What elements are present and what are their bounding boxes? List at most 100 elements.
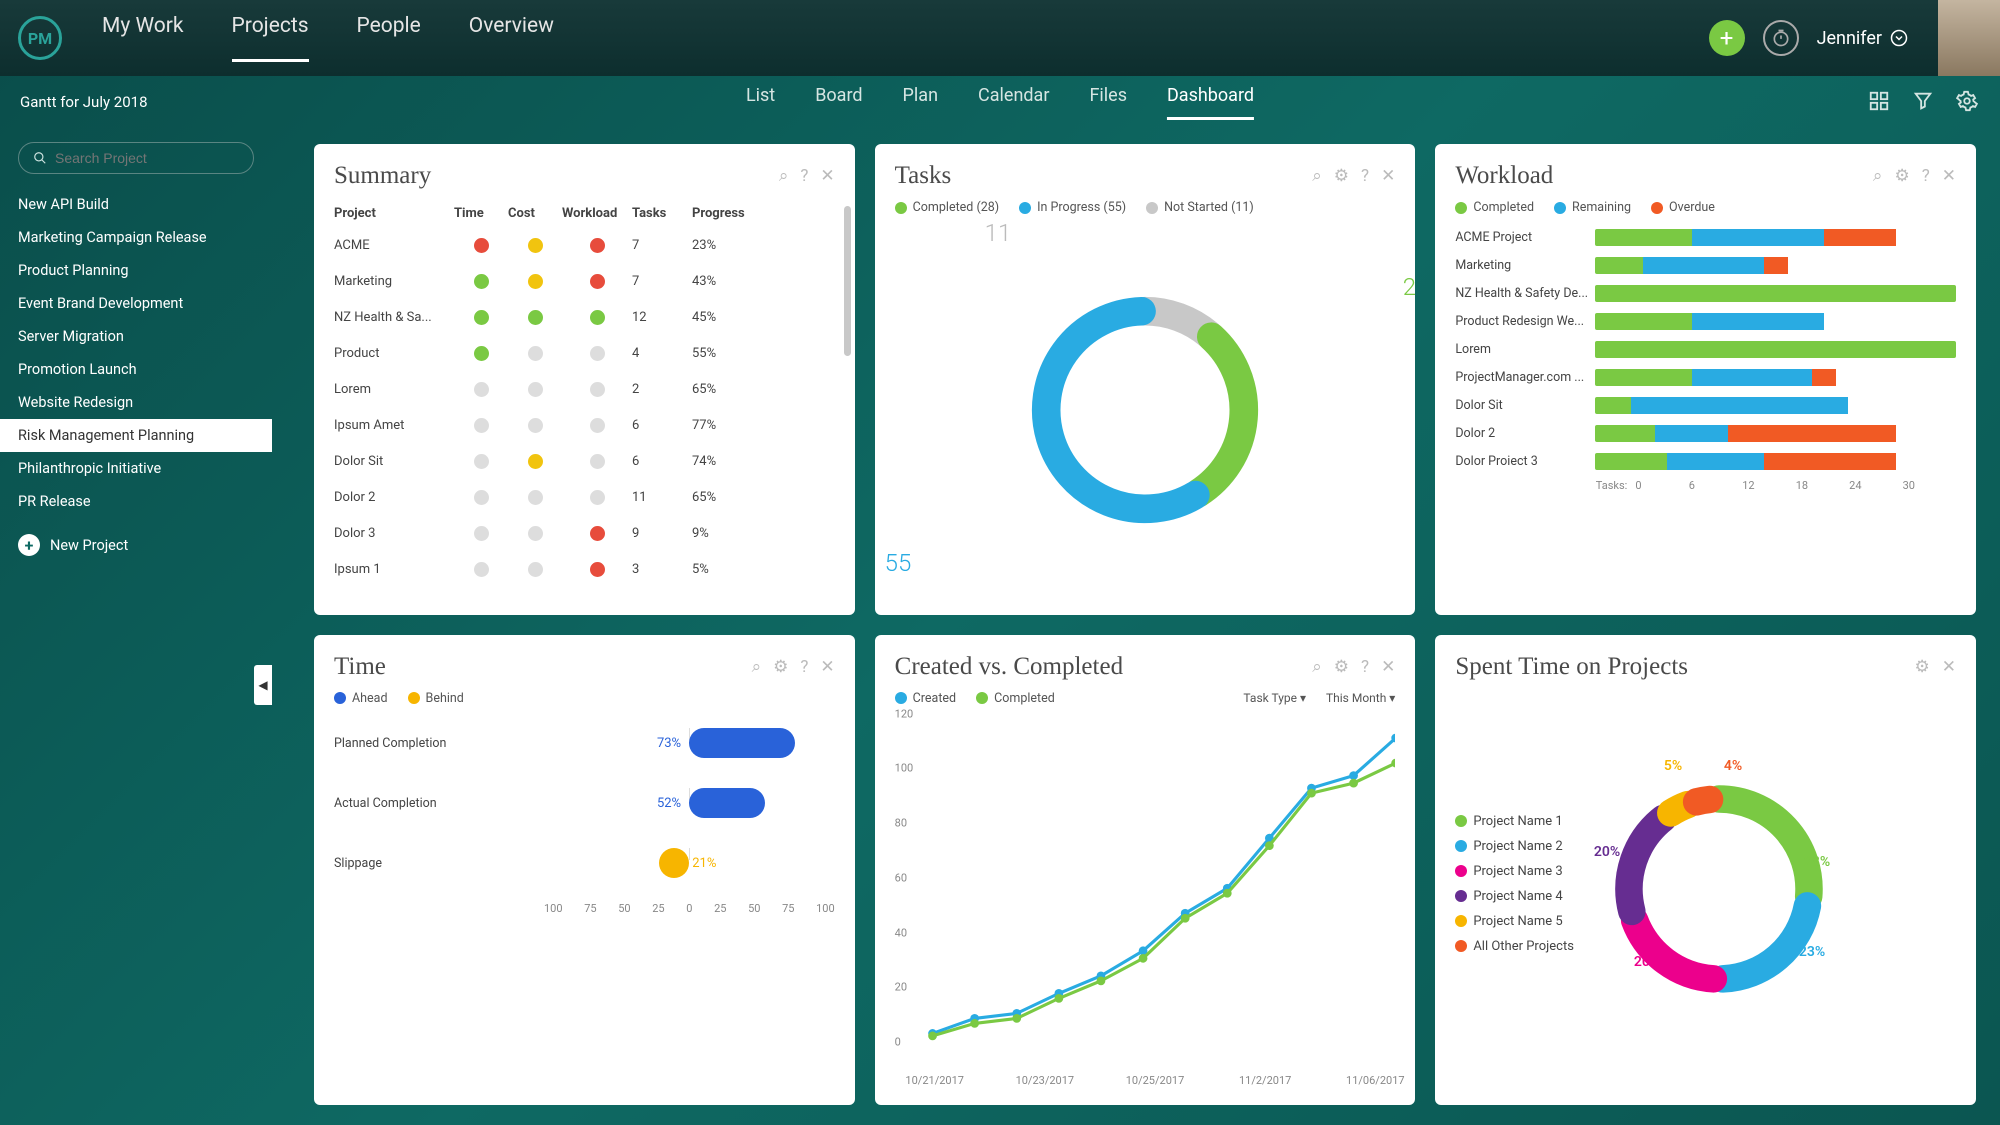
subnav-plan[interactable]: Plan <box>903 85 938 120</box>
gear-icon[interactable]: ⚙ <box>1894 166 1909 186</box>
table-row[interactable]: Lorem265% <box>334 371 835 407</box>
table-row[interactable]: Dolor Sit674% <box>334 443 835 479</box>
subnav-calendar[interactable]: Calendar <box>978 85 1049 120</box>
close-icon[interactable]: ✕ <box>1942 166 1956 186</box>
card-title: Workload <box>1455 162 1553 190</box>
sidebar-item[interactable]: Philanthropic Initiative <box>0 452 272 485</box>
workload-row: ProjectManager.com ... <box>1455 363 1956 391</box>
search-icon <box>33 151 47 165</box>
help-icon[interactable]: ? <box>1361 166 1369 186</box>
search-input[interactable] <box>18 142 254 174</box>
task-type-dropdown[interactable]: Task Type ▾ <box>1243 691 1306 706</box>
help-icon[interactable]: ? <box>1361 657 1369 677</box>
sidebar-item[interactable]: Marketing Campaign Release <box>0 221 272 254</box>
breadcrumb: Gantt for July 2018 <box>20 93 148 111</box>
filter-icon[interactable] <box>1912 90 1936 114</box>
table-row[interactable]: ACME723% <box>334 227 835 263</box>
close-icon[interactable]: ✕ <box>820 166 834 186</box>
workload-row: Lorem <box>1455 335 1956 363</box>
card-time: Time ⌕ ⚙ ? ✕ AheadBehind Planned Complet… <box>314 635 855 1106</box>
timer-button[interactable] <box>1763 20 1799 56</box>
legend-item: Not Started (11) <box>1146 200 1254 215</box>
nav-projects[interactable]: Projects <box>232 14 309 62</box>
sidebar-item[interactable]: Risk Management Planning <box>0 419 272 452</box>
nav-my-work[interactable]: My Work <box>102 14 184 62</box>
table-row[interactable]: Dolor 21165% <box>334 479 835 515</box>
subnav-files[interactable]: Files <box>1089 85 1127 120</box>
workload-row: Dolor Sit <box>1455 391 1956 419</box>
nav-overview[interactable]: Overview <box>469 14 554 62</box>
card-summary: Summary ⌕ ? ✕ ProjectTimeCostWorkloadTas… <box>314 144 855 615</box>
app-logo[interactable]: PM <box>18 16 62 60</box>
avatar[interactable] <box>1938 0 2000 76</box>
workload-row: Dolor 2 <box>1455 419 1956 447</box>
table-row[interactable]: Ipsum 135% <box>334 551 835 587</box>
close-icon[interactable]: ✕ <box>1381 166 1395 186</box>
user-name: Jennifer <box>1817 28 1882 49</box>
subnav-dashboard[interactable]: Dashboard <box>1167 85 1254 120</box>
sidebar: New API BuildMarketing Campaign ReleaseP… <box>0 128 272 1125</box>
close-icon[interactable]: ✕ <box>1381 657 1395 677</box>
user-menu[interactable]: Jennifer <box>1817 28 1908 49</box>
donut-label-notstarted: 11 <box>985 219 1012 247</box>
nav-people[interactable]: People <box>357 14 421 62</box>
subnav-list[interactable]: List <box>746 85 775 120</box>
new-project-button[interactable]: + New Project <box>0 526 272 564</box>
help-icon[interactable]: ? <box>800 166 808 186</box>
chevron-down-icon <box>1890 29 1908 47</box>
workload-row: Product Redesign We... <box>1455 307 1956 335</box>
card-title: Summary <box>334 162 431 190</box>
period-dropdown[interactable]: This Month ▾ <box>1326 691 1395 706</box>
search-icon[interactable]: ⌕ <box>1873 166 1883 186</box>
search-icon[interactable]: ⌕ <box>752 657 762 677</box>
card-cvc: Created vs. Completed ⌕ ⚙ ? ✕ CreatedCom… <box>875 635 1416 1106</box>
time-row: Planned Completion73% <box>334 714 835 774</box>
search-icon[interactable]: ⌕ <box>1312 657 1322 677</box>
close-icon[interactable]: ✕ <box>820 657 834 677</box>
grid-view-icon[interactable] <box>1868 90 1892 114</box>
table-row[interactable]: Dolor 399% <box>334 515 835 551</box>
help-icon[interactable]: ? <box>800 657 808 677</box>
sidebar-item[interactable]: PR Release <box>0 485 272 518</box>
gear-icon[interactable]: ⚙ <box>1334 657 1349 677</box>
sidebar-item[interactable]: New API Build <box>0 188 272 221</box>
donut-label-inprogress: 55 <box>885 549 912 577</box>
scrollbar[interactable] <box>844 206 851 356</box>
workload-row: ACME Project <box>1455 223 1956 251</box>
close-icon[interactable]: ✕ <box>1942 657 1956 677</box>
time-row: Slippage21% <box>334 834 835 894</box>
legend-item: In Progress (55) <box>1019 200 1126 215</box>
workload-row: NZ Health & Safety De... <box>1455 279 1956 307</box>
search-icon[interactable]: ⌕ <box>779 166 789 186</box>
time-row: Actual Completion52% <box>334 774 835 834</box>
table-row[interactable]: Product455% <box>334 335 835 371</box>
sidebar-item[interactable]: Event Brand Development <box>0 287 272 320</box>
sidebar-item[interactable]: Server Migration <box>0 320 272 353</box>
sidebar-item[interactable]: Promotion Launch <box>0 353 272 386</box>
donut-label-completed: 28 <box>1403 273 1416 301</box>
sidebar-item[interactable]: Product Planning <box>0 254 272 287</box>
collapse-sidebar-button[interactable]: ◀ <box>254 665 272 705</box>
legend-item: Completed (28) <box>895 200 999 215</box>
subnav-board[interactable]: Board <box>815 85 862 120</box>
help-icon[interactable]: ? <box>1922 166 1930 186</box>
gear-icon[interactable]: ⚙ <box>1915 657 1930 677</box>
card-tasks: Tasks ⌕ ⚙ ? ✕ Completed (28) In Progress … <box>875 144 1416 615</box>
workload-row: Dolor Proiect 3 <box>1455 447 1956 475</box>
table-row[interactable]: Ipsum Amet677% <box>334 407 835 443</box>
sidebar-item[interactable]: Website Redesign <box>0 386 272 419</box>
spent-donut: 28%23%20%20%5%4% <box>1594 764 1844 1014</box>
settings-icon[interactable] <box>1956 90 1980 114</box>
card-title: Tasks <box>895 162 952 190</box>
table-row[interactable]: Marketing743% <box>334 263 835 299</box>
table-row[interactable]: NZ Health & Sa...1245% <box>334 299 835 335</box>
card-title: Spent Time on Projects <box>1455 653 1688 681</box>
add-button[interactable]: + <box>1709 20 1745 56</box>
search-icon[interactable]: ⌕ <box>1312 166 1322 186</box>
tasks-donut: 11 28 55 <box>895 223 1396 597</box>
gear-icon[interactable]: ⚙ <box>1334 166 1349 186</box>
subbar: Gantt for July 2018 List Board Plan Calenda… <box>0 76 2000 128</box>
card-spent: Spent Time on Projects ⚙ ✕ Project Name … <box>1435 635 1976 1106</box>
topbar: PM My Work Projects People Overview + Jenni… <box>0 0 2000 76</box>
gear-icon[interactable]: ⚙ <box>773 657 788 677</box>
